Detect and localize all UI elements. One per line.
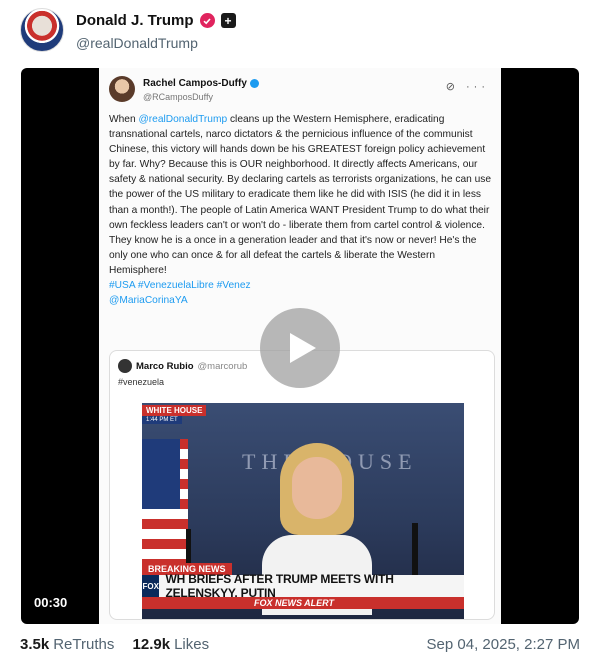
embedded-avatar xyxy=(109,76,135,102)
white-house-bug: WHITE HOUSE xyxy=(142,405,207,416)
embedded-mention: @realDonaldTrump xyxy=(138,114,228,125)
embedded-body: cleans up the Western Hemisphere, eradic… xyxy=(109,114,492,276)
embedded-post-header: Rachel Campos-Duffy @RCamposDuffy ⊘ ··· xyxy=(109,74,493,110)
embedded-mention-2: @MariaCorinaYA xyxy=(109,295,188,307)
quoted-author-name: Marco Rubio xyxy=(136,360,194,372)
likes-label: Likes xyxy=(174,636,210,653)
embedded-verified-icon xyxy=(249,79,259,88)
broadcast-time: 1:44 PM ET xyxy=(142,416,182,424)
verified-badge-icon xyxy=(199,13,215,28)
flag-canton xyxy=(142,439,180,509)
video-player[interactable]: Rachel Campos-Duffy @RCamposDuffy ⊘ ··· … xyxy=(21,68,579,624)
play-button[interactable] xyxy=(260,308,340,388)
speaker-face xyxy=(292,457,342,519)
quoted-avatar xyxy=(118,359,132,373)
plus-icon: + xyxy=(220,13,236,28)
video-duration: 00:30 xyxy=(29,592,73,613)
likes-count: 12.9k xyxy=(132,636,171,653)
avatar[interactable] xyxy=(20,8,64,52)
broadcast-headline: WH BRIEFS AFTER TRUMP MEETS WITH ZELENSK… xyxy=(165,572,394,600)
post-footer: 3.5k ReTruths 12.9k Likes Sep 04, 2025, … xyxy=(20,636,580,656)
retruths-count: 3.5k xyxy=(20,636,50,653)
quoted-post-header: Marco Rubio @marcorub xyxy=(118,359,247,373)
embedded-post-text: When @realDonaldTrump cleans up the West… xyxy=(109,114,492,307)
post-header: Donald J. Trump + @realDonaldTrump xyxy=(20,8,580,56)
broadcast-frame: THE HOUSE WHITE HOUSE 1:44 PM ET BREAKIN… xyxy=(142,403,464,619)
retruths-stat[interactable]: 3.5k ReTruths xyxy=(20,636,114,653)
likes-stat[interactable]: 12.9k Likes xyxy=(133,636,210,653)
name-row: Donald J. Trump + xyxy=(76,12,236,29)
retruths-label: ReTruths xyxy=(53,636,115,653)
post-timestamp[interactable]: Sep 04, 2025, 2:27 PM xyxy=(427,636,580,653)
user-handle[interactable]: @realDonaldTrump xyxy=(76,35,198,51)
quoted-hashtag: #venezuela xyxy=(118,377,165,387)
news-alert-ticker: FOX NEWS ALERT xyxy=(142,597,464,609)
embedded-author-handle: @RCamposDuffy xyxy=(143,92,213,102)
network-logo: FOX xyxy=(142,575,160,597)
display-name[interactable]: Donald J. Trump xyxy=(76,12,194,29)
play-icon xyxy=(290,333,316,363)
embedded-author-name: Rachel Campos-Duffy xyxy=(143,78,259,89)
embedded-more-icon: ⊘ ··· xyxy=(445,81,489,93)
lower-third: FOX WH BRIEFS AFTER TRUMP MEETS WITH ZEL… xyxy=(142,572,464,600)
quoted-author-handle: @marcorub xyxy=(197,360,248,372)
embedded-author-name-text: Rachel Campos-Duffy xyxy=(143,78,247,89)
quoted-post: Marco Rubio @marcorub #venezuela THE HOU… xyxy=(109,350,495,620)
embedded-hashtags: #USA #VenezuelaLibre #Venez xyxy=(109,280,251,292)
